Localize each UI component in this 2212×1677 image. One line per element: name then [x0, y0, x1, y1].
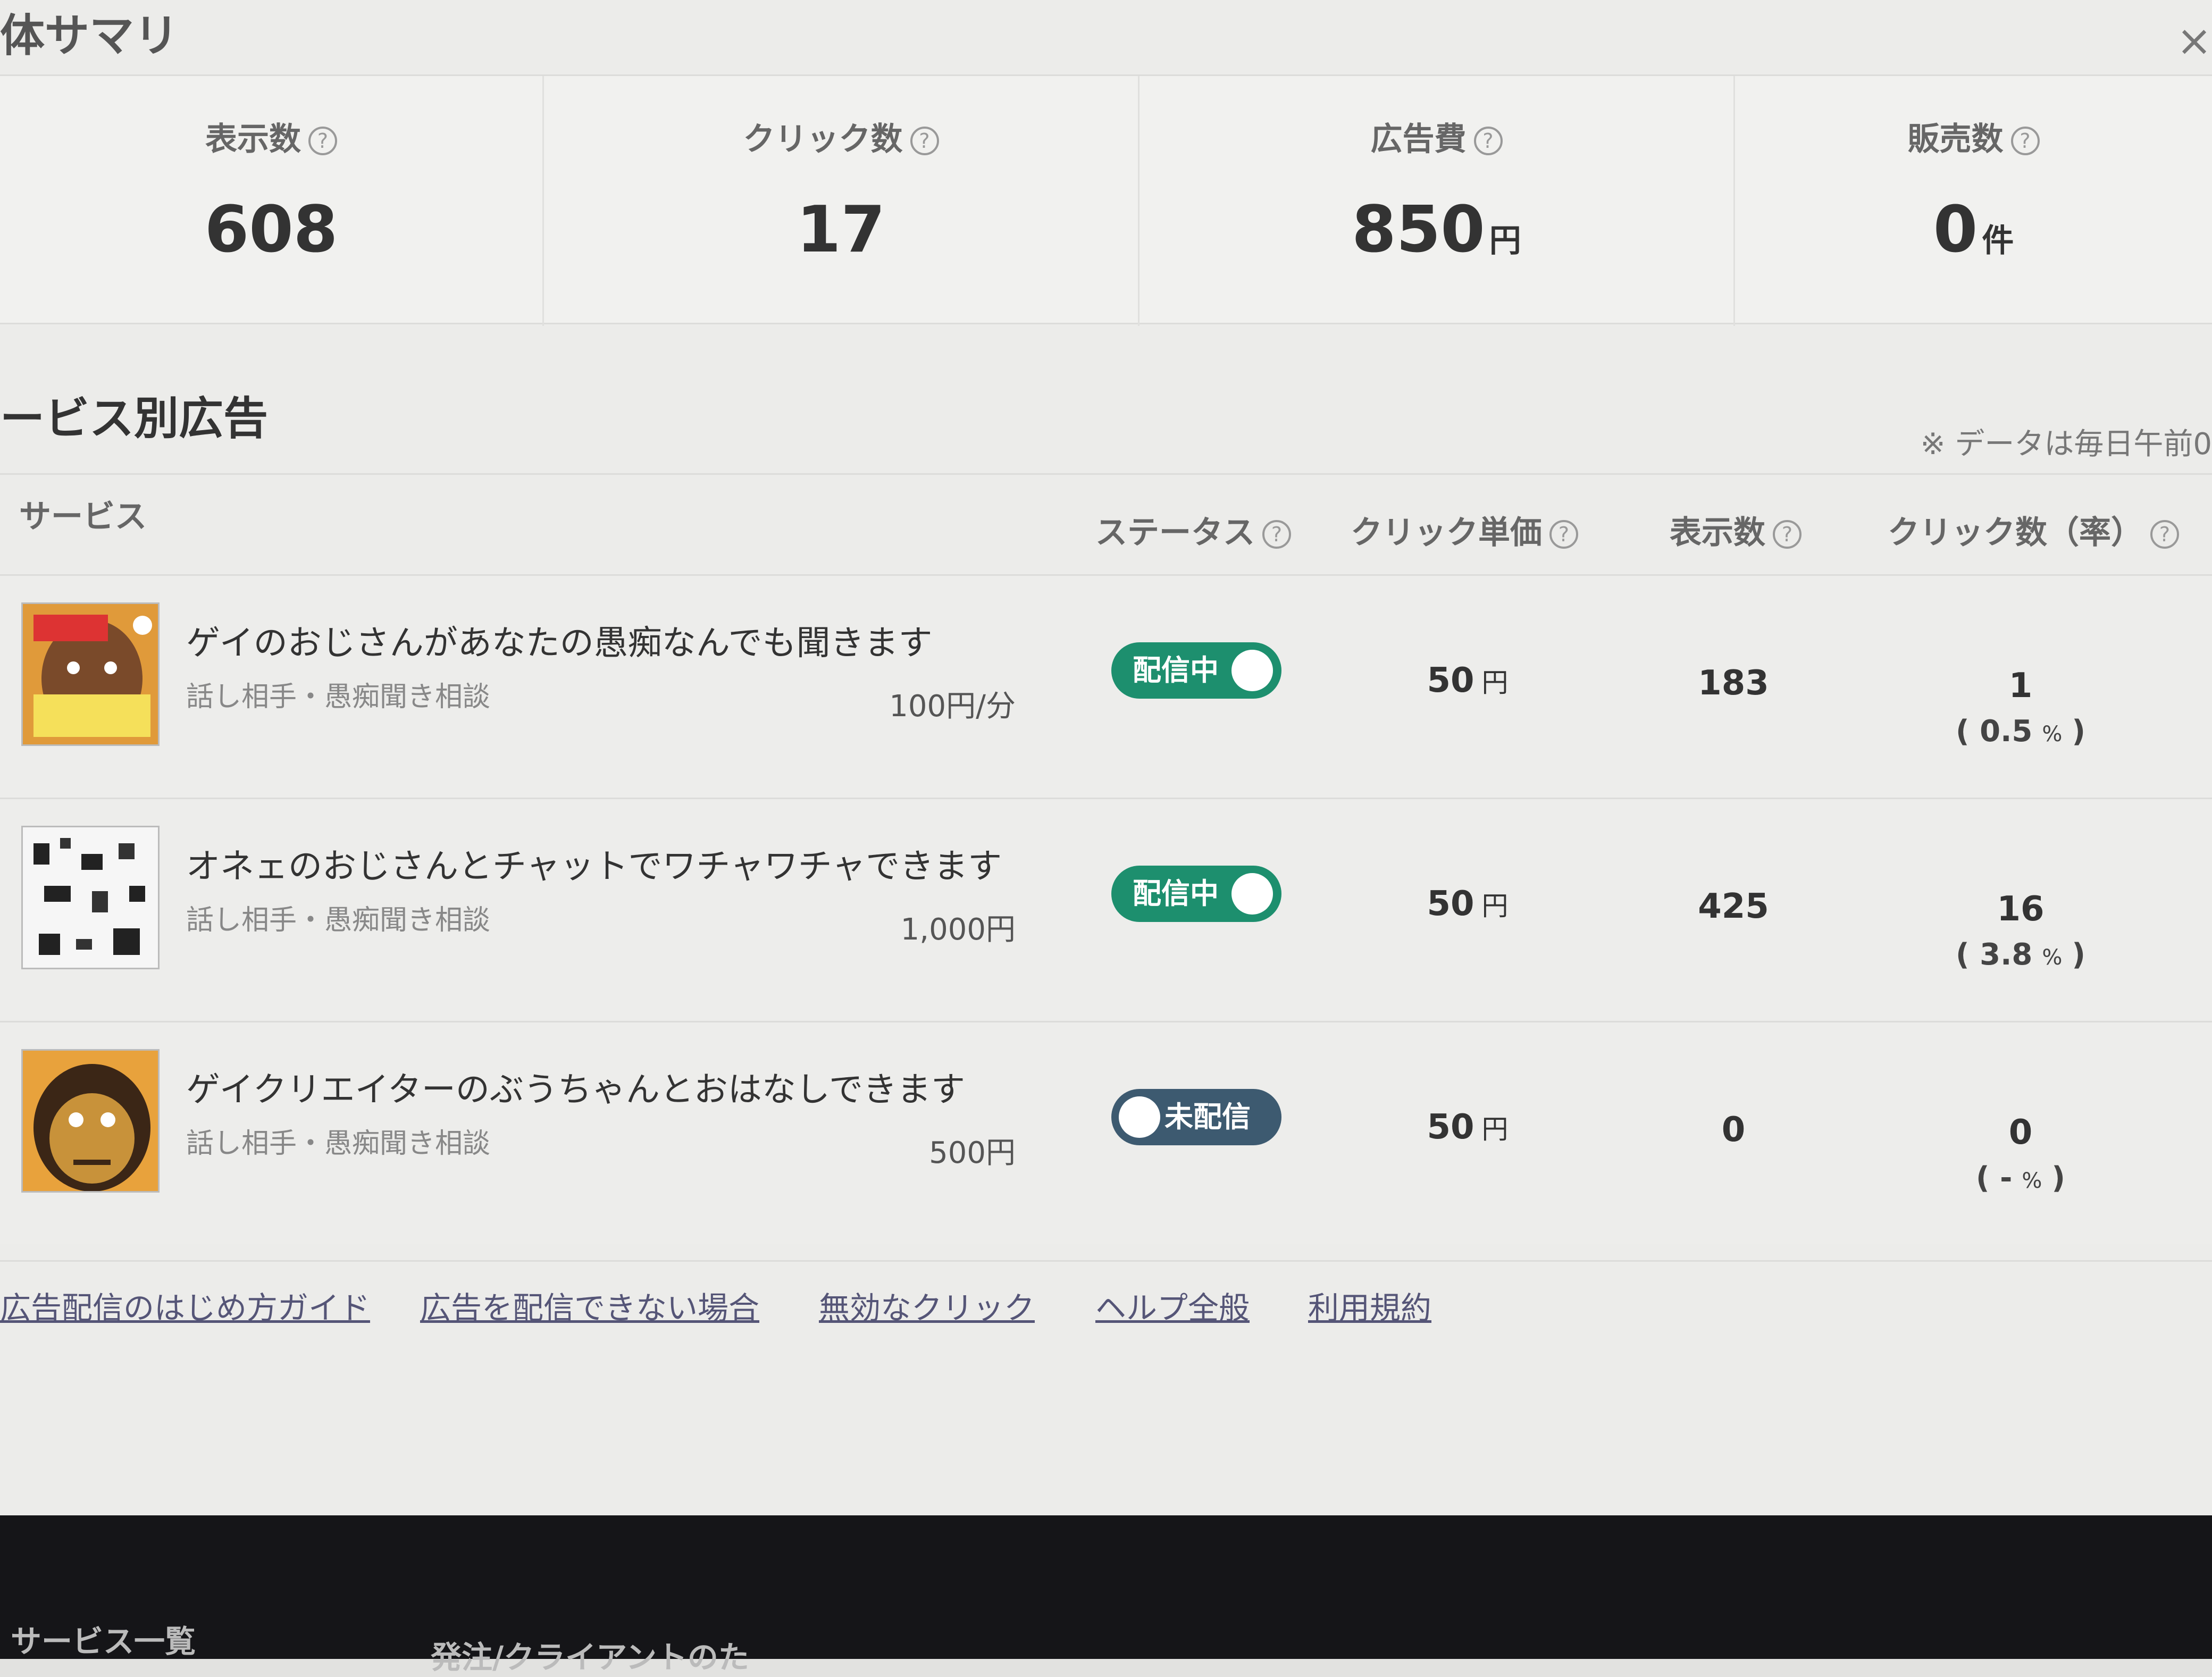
- help-icon[interactable]: ?: [2010, 127, 2040, 156]
- nav-client[interactable]: 発注/クライアントのた: [431, 1632, 749, 1677]
- service-price: 500円: [929, 1136, 1016, 1170]
- service-title[interactable]: ゲイのおじさんがあなたの愚痴なんでも聞きます: [186, 616, 933, 665]
- help-icon[interactable]: ?: [1473, 127, 1503, 156]
- service-thumbnail[interactable]: [21, 602, 160, 746]
- service-title[interactable]: オネェのおじさんとチャットでワチャワチャできます: [186, 839, 1002, 888]
- service-thumbnail[interactable]: [21, 826, 160, 969]
- service-title[interactable]: ゲイクリエイターのぶうちゃんとおはなしできます: [186, 1062, 965, 1111]
- summary-panel: 表示数? 608 クリック数? 17 広告費? 850 円 販売数? 0件: [0, 74, 2212, 326]
- stat-sales: 販売数? 0件: [1733, 76, 2212, 326]
- stat-label: クリック数: [743, 121, 903, 158]
- stat-value: 850: [1352, 193, 1485, 267]
- service-category: 話し相手・愚痴聞き相談: [186, 904, 491, 936]
- nav-service-list[interactable]: サービス一覧: [11, 1616, 196, 1661]
- status-label: 配信中: [1133, 653, 1219, 687]
- stat-value: 0: [1933, 193, 1978, 267]
- stat-unit: 件: [1982, 222, 2014, 259]
- service-price: 100円/分: [889, 689, 1016, 724]
- click-rate: ( -%): [1976, 1161, 2065, 1195]
- help-icon[interactable]: ?: [1773, 520, 1802, 549]
- stat-unit: 円: [1489, 222, 1521, 259]
- help-icon[interactable]: ?: [308, 127, 337, 156]
- click-rate: ( 0.5%): [1956, 714, 2085, 749]
- impressions-value: 425: [1698, 887, 1769, 926]
- avatar-illustration: [23, 1051, 158, 1191]
- header-service: サービス: [19, 498, 147, 535]
- table-row[interactable]: ゲイのおじさんがあなたの愚痴なんでも聞きます 話し相手・愚痴聞き相談 100円/…: [0, 574, 2212, 798]
- status-toggle[interactable]: 配信中: [1111, 642, 1281, 699]
- status-toggle[interactable]: 未配信: [1111, 1089, 1281, 1145]
- clicks-value: 0: [2008, 1113, 2033, 1152]
- stat-label: 広告費: [1370, 121, 1467, 158]
- dashboard-screen: 体サマリ × 表示数? 608 クリック数? 17 広告費? 850 円 販売数?…: [0, 0, 2212, 1521]
- stat-clicks: クリック数? 17: [542, 76, 1138, 326]
- avatar-illustration: [23, 827, 158, 968]
- header-impressions: 表示数?: [1670, 507, 1802, 553]
- help-icon[interactable]: ?: [910, 127, 939, 156]
- close-icon[interactable]: ×: [2176, 16, 2212, 65]
- data-note: ※ データは毎日午前0: [1920, 427, 2212, 462]
- stat-impressions: 表示数? 608: [0, 76, 542, 326]
- avatar-illustration: [23, 604, 158, 744]
- toggle-knob: [1231, 650, 1273, 691]
- help-icon[interactable]: ?: [2150, 520, 2179, 549]
- header-clicks: クリック数（率）?: [1888, 507, 2179, 553]
- click-rate: ( 3.8%): [1956, 937, 2085, 972]
- stat-label: 表示数: [205, 121, 301, 158]
- status-label: 配信中: [1133, 877, 1219, 910]
- service-category: 話し相手・愚痴聞き相談: [186, 1128, 491, 1160]
- stat-ad-cost: 広告費? 850 円: [1138, 76, 1733, 326]
- clicks-value: 16: [1997, 890, 2045, 929]
- cpc-value: 50 円: [1427, 661, 1509, 700]
- header-status: ステータス?: [1095, 507, 1291, 553]
- help-icon[interactable]: ?: [1549, 520, 1578, 549]
- service-price: 1,000円: [900, 912, 1016, 947]
- link-getting-started-guide[interactable]: 広告配信のはじめ方ガイド: [0, 1283, 370, 1328]
- header-cpc: クリック単価?: [1351, 507, 1578, 553]
- status-toggle[interactable]: 配信中: [1111, 866, 1281, 922]
- bottom-nav: サービス一覧 発注/クライアントのた: [0, 1515, 2212, 1675]
- toggle-knob: [1231, 873, 1273, 915]
- status-label: 未配信: [1164, 1100, 1251, 1134]
- table-row[interactable]: ゲイクリエイターのぶうちゃんとおはなしできます 話し相手・愚痴聞き相談 500円…: [0, 1021, 2212, 1244]
- clicks-value: 1: [2008, 666, 2033, 706]
- impressions-value: 0: [1721, 1110, 1746, 1150]
- summary-title: 体サマリ: [0, 10, 179, 62]
- stat-value: 608: [204, 193, 338, 267]
- stat-value: 17: [797, 193, 885, 267]
- toggle-knob: [1119, 1096, 1160, 1138]
- impressions-value: 183: [1698, 664, 1769, 703]
- table-header: サービス ステータス? クリック単価? 表示数? クリック数（率）?: [0, 473, 2212, 574]
- service-category: 話し相手・愚痴聞き相談: [186, 681, 491, 713]
- table-row[interactable]: オネェのおじさんとチャットでワチャワチャできます 話し相手・愚痴聞き相談 1,0…: [0, 798, 2212, 1021]
- footer-links: 広告配信のはじめ方ガイド 広告を配信できない場合 無効なクリック ヘルプ全般 利…: [0, 1260, 2212, 1326]
- link-invalid-clicks[interactable]: 無効なクリック: [819, 1283, 1035, 1328]
- service-thumbnail[interactable]: [21, 1049, 160, 1193]
- help-icon[interactable]: ?: [1262, 520, 1291, 549]
- cpc-value: 50 円: [1427, 884, 1509, 924]
- link-cannot-deliver[interactable]: 広告を配信できない場合: [420, 1283, 759, 1328]
- section-title: ービス別広告: [0, 392, 269, 445]
- link-help[interactable]: ヘルプ全般: [1095, 1283, 1250, 1328]
- link-terms[interactable]: 利用規約: [1308, 1283, 1431, 1328]
- stat-label: 販売数: [1907, 121, 2004, 158]
- cpc-value: 50 円: [1427, 1108, 1509, 1147]
